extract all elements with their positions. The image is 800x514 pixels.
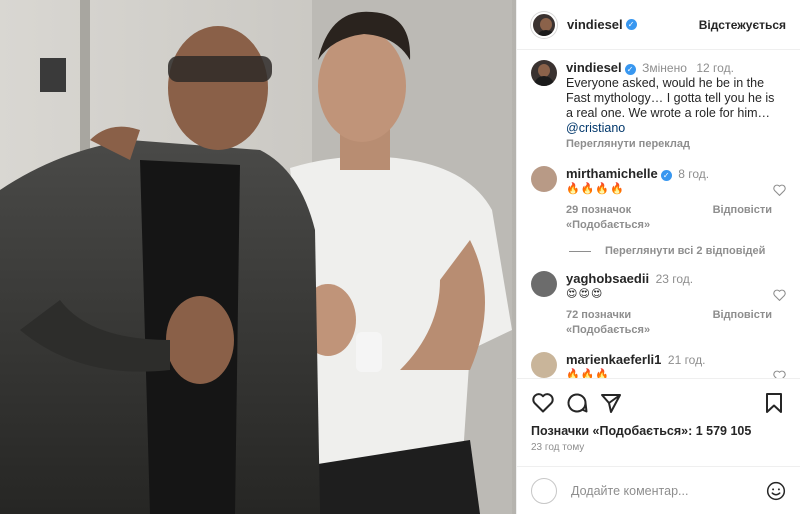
post-header: vindiesel ✓ Відстежується (517, 0, 800, 50)
caption-text: Everyone asked, would he be in the Fast … (566, 76, 784, 121)
comment-time[interactable]: 23 год. (656, 272, 694, 286)
caption-time[interactable]: 12 год. (696, 61, 734, 75)
reply-button[interactable]: Відповісти (713, 308, 772, 338)
heart-icon[interactable] (531, 391, 555, 415)
author-avatar[interactable] (531, 11, 557, 38)
comment-likes[interactable]: 72 позначки «Подобається» (566, 308, 699, 338)
caption-username[interactable]: vindiesel (566, 60, 622, 75)
reply-button[interactable]: Відповісти (713, 203, 772, 233)
comment-like-heart-icon[interactable] (773, 370, 786, 378)
post-caption: vindiesel ✓ Змінено 12 год. Everyone aske… (531, 60, 786, 152)
comment-time[interactable]: 21 год. (668, 353, 706, 367)
post-photo[interactable] (0, 0, 516, 514)
share-icon[interactable] (599, 391, 623, 415)
post-viewer: vindiesel ✓ Відстежується vindiesel ✓ Змі… (0, 0, 800, 514)
add-comment-input[interactable]: Додайте коментар... (571, 484, 688, 498)
comment-like-heart-icon[interactable] (773, 289, 786, 301)
replies-divider (569, 250, 591, 252)
comment-username[interactable]: yaghobsaedii (566, 271, 649, 286)
user-avatar (531, 477, 557, 504)
commenter-avatar[interactable] (531, 352, 557, 378)
emoji-icon[interactable] (766, 481, 786, 501)
comment-time[interactable]: 8 год. (678, 167, 709, 181)
post-timestamp[interactable]: 23 год тому (531, 442, 786, 453)
comment-likes[interactable]: 29 позначок «Подобається» (566, 203, 699, 233)
comment-text: 🔥🔥🔥🔥 (566, 183, 625, 195)
comment-item: yaghobsaedii 23 год. 😍😍😍 72 позначки «По… (531, 271, 786, 338)
comments-list[interactable]: vindiesel ✓ Змінено 12 год. Everyone aske… (517, 50, 800, 378)
bookmark-icon[interactable] (762, 391, 786, 415)
view-replies-button[interactable]: Переглянути всі 2 відповідей (569, 245, 786, 257)
verified-badge-icon: ✓ (660, 170, 672, 181)
author-username[interactable]: vindiesel (567, 17, 623, 32)
commenter-avatar[interactable] (531, 166, 557, 192)
mention-link[interactable]: @cristiano (566, 121, 784, 136)
edited-label: Змінено (642, 61, 687, 75)
comment-username[interactable]: mirthamichelle (566, 166, 658, 181)
post-photo-image (0, 0, 516, 514)
commenter-avatar[interactable] (531, 271, 557, 297)
post-side-panel: vindiesel ✓ Відстежується vindiesel ✓ Змі… (516, 0, 800, 514)
post-actions: Позначки «Подобається»: 1 579 105 23 год… (517, 378, 800, 453)
caption-body: Everyone asked, would he be in the Fast … (566, 76, 775, 120)
verified-badge-icon: ✓ (624, 64, 636, 75)
add-comment-bar: Додайте коментар... (517, 466, 800, 514)
comment-item: marienkaeferli1 21 год. 🔥🔥🔥 (531, 352, 786, 378)
see-translation-button[interactable]: Переглянути переклад (566, 137, 784, 152)
following-button[interactable]: Відстежується (699, 18, 786, 32)
caption-avatar[interactable] (531, 60, 557, 86)
comment-icon[interactable] (565, 391, 589, 415)
comment-like-heart-icon[interactable] (773, 184, 786, 196)
comment-text: 😍😍😍 (566, 288, 604, 300)
comment-username[interactable]: marienkaeferli1 (566, 352, 661, 367)
likes-count[interactable]: Позначки «Подобається»: 1 579 105 (531, 424, 786, 438)
view-replies-label: Переглянути всі 2 відповідей (605, 245, 766, 257)
comment-text: 🔥🔥🔥 (566, 369, 611, 378)
comment-item: mirthamichelle ✓ 8 год. 🔥🔥🔥🔥 29 позначок … (531, 166, 786, 233)
verified-badge-icon: ✓ (625, 19, 637, 30)
